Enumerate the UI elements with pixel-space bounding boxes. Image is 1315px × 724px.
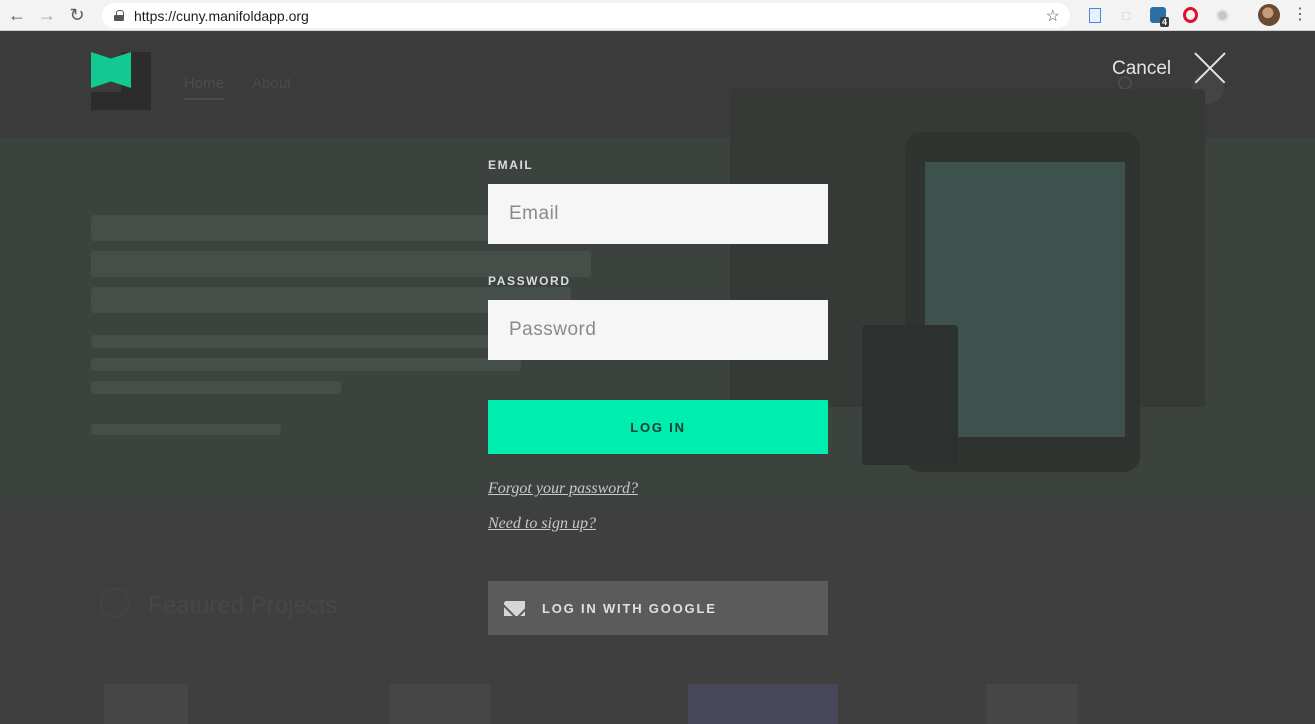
lock-icon: [114, 10, 124, 21]
reload-icon[interactable]: ↻: [62, 0, 92, 31]
featured-icon: [100, 588, 130, 618]
bookmark-star-icon[interactable]: ☆: [1046, 6, 1060, 26]
close-icon[interactable]: [1192, 50, 1228, 86]
trello-badge: 4: [1159, 17, 1169, 27]
forward-icon[interactable]: →: [32, 0, 62, 31]
cancel-button[interactable]: Cancel: [1112, 58, 1171, 80]
nav-home: Home: [184, 75, 225, 100]
featured-heading: Featured Projects: [148, 592, 338, 619]
back-icon[interactable]: ←: [2, 0, 32, 31]
nav-about: About: [252, 75, 292, 92]
email-label: EMAIL: [488, 158, 534, 172]
url-text: https://cuny.manifoldapp.org: [134, 7, 309, 24]
browser-toolbar: ← → ↻ https://cuny.manifoldapp.org ☆ □ 4…: [0, 0, 1315, 31]
trello-icon[interactable]: 4: [1148, 5, 1169, 27]
chat-icon[interactable]: □: [1116, 5, 1136, 25]
device-mockup-phone: [862, 325, 958, 465]
mail-icon: [504, 600, 525, 616]
kebab-menu-icon[interactable]: ⋮: [1292, 5, 1308, 25]
email-field[interactable]: [488, 184, 828, 244]
google-login-button[interactable]: LOG IN WITH GOOGLE: [488, 581, 828, 635]
password-field[interactable]: [488, 300, 828, 360]
profile-avatar[interactable]: [1258, 4, 1280, 26]
project-thumbnail: [986, 684, 1078, 724]
project-thumbnail: [104, 684, 188, 724]
manifold-logo: [91, 52, 151, 112]
doc-icon[interactable]: [1085, 5, 1105, 25]
google-login-label: LOG IN WITH GOOGLE: [542, 600, 717, 616]
login-button[interactable]: LOG IN: [488, 400, 828, 454]
project-thumbnail: [688, 684, 838, 724]
gray-circle-icon[interactable]: [1212, 5, 1232, 25]
forgot-password-link[interactable]: Forgot your password?: [488, 480, 638, 498]
opera-icon[interactable]: [1180, 5, 1200, 25]
address-bar[interactable]: https://cuny.manifoldapp.org ☆: [102, 3, 1070, 28]
password-label: PASSWORD: [488, 274, 571, 288]
signup-link[interactable]: Need to sign up?: [488, 515, 596, 533]
project-thumbnail: [390, 684, 490, 724]
